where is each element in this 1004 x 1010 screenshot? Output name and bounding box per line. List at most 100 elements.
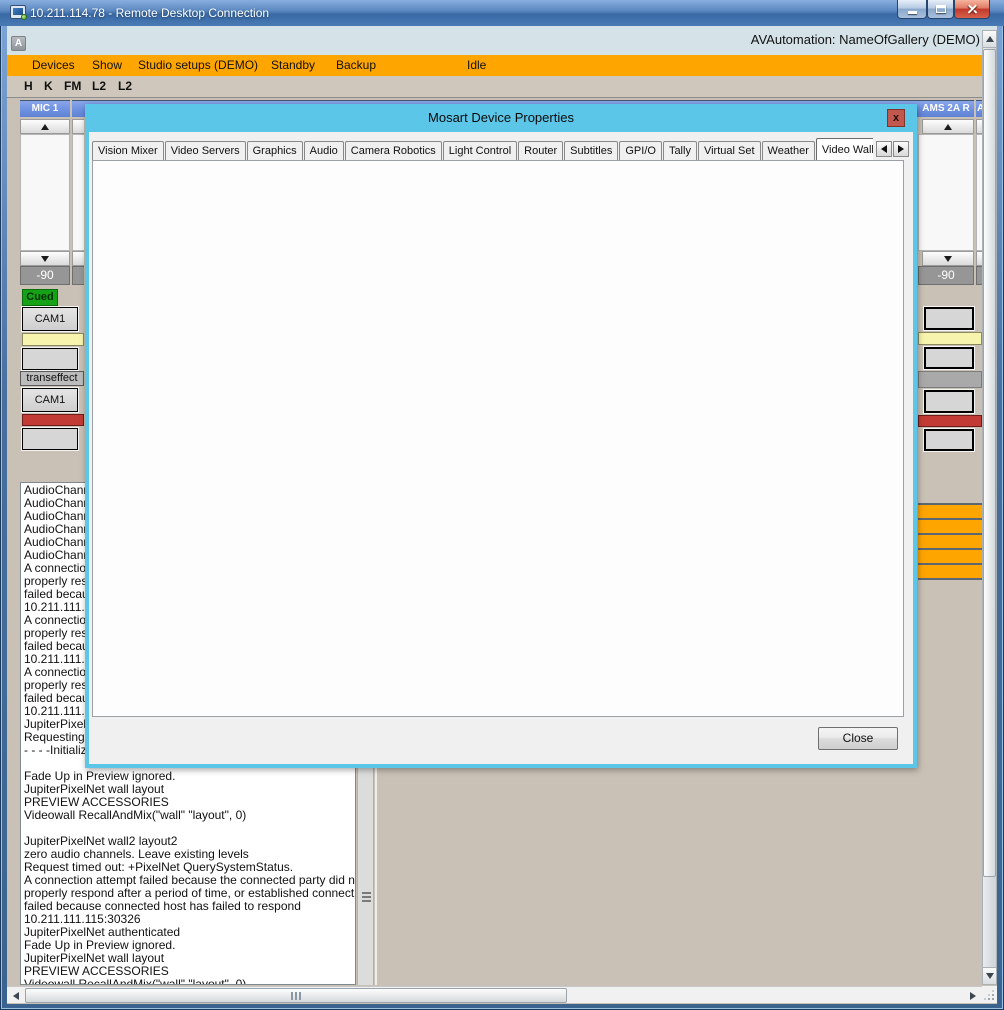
left-fader-down-button[interactable] — [20, 251, 70, 266]
dialog-close-button[interactable]: x — [887, 109, 905, 127]
tab-router[interactable]: Router — [518, 141, 563, 160]
splitter-grip-icon — [362, 892, 371, 904]
rdp-titlebar[interactable]: 10.211.114.78 - Remote Desktop Connectio… — [0, 0, 1004, 26]
left-fader-level: -90 — [20, 266, 70, 285]
tab-vision-mixer[interactable]: Vision Mixer — [92, 141, 164, 160]
arrow-down-icon — [986, 973, 994, 979]
rdp-window-title: 10.211.114.78 - Remote Desktop Connectio… — [30, 6, 269, 20]
right-transition-strip — [918, 371, 982, 388]
left-fader-track[interactable] — [20, 134, 70, 251]
tab-light-control[interactable]: Light Control — [443, 141, 517, 160]
arrow-right-icon — [970, 992, 976, 1000]
header-divider — [70, 100, 72, 117]
arrow-up-icon — [41, 124, 49, 130]
tab-camera-robotics[interactable]: Camera Robotics — [345, 141, 442, 160]
scroll-left-button[interactable] — [8, 988, 24, 1003]
resize-grip-icon[interactable] — [982, 986, 997, 1003]
toolstrip: HK FM L2 L2 — [7, 76, 997, 97]
cued-badge: Cued — [22, 289, 58, 306]
right-fader-level: -90 — [918, 266, 974, 285]
right-fader-up-button[interactable] — [922, 119, 974, 134]
menu-item-devices[interactable]: Devices — [32, 58, 75, 72]
tab-weather[interactable]: Weather — [762, 141, 815, 160]
horizontal-scrollbar-thumb[interactable] — [25, 988, 567, 1003]
orange-row — [918, 565, 982, 580]
red-strip — [22, 414, 84, 426]
tab-audio[interactable]: Audio — [304, 141, 344, 160]
app-a-icon[interactable]: A — [11, 36, 26, 51]
horizontal-scrollbar[interactable] — [7, 986, 982, 1003]
app-caption: AVAutomation: NameOfGallery (DEMO) — [560, 32, 980, 47]
scroll-right-button[interactable] — [965, 988, 981, 1003]
tab-video-servers[interactable]: Video Servers — [165, 141, 246, 160]
right-gray-box[interactable] — [924, 429, 974, 451]
dialog-tabbar: Vision MixerVideo ServersGraphicsAudioCa… — [92, 138, 873, 160]
yellow-strip — [22, 333, 84, 346]
scroll-down-button[interactable] — [983, 967, 996, 984]
arrow-down-icon — [41, 256, 49, 262]
toolbar-button-k-1[interactable]: K — [44, 79, 53, 93]
tab-scroll-right-button[interactable] — [893, 141, 909, 157]
rdp-icon — [10, 5, 26, 19]
sliver-up-button[interactable] — [72, 119, 84, 134]
header-divider — [974, 100, 976, 117]
sliver-down-button[interactable] — [72, 251, 84, 266]
tab-subtitles[interactable]: Subtitles — [564, 141, 618, 160]
tab-graphics[interactable]: Graphics — [247, 141, 303, 160]
minimize-button[interactable] — [897, 0, 927, 19]
arrow-down-icon — [944, 256, 952, 262]
right-yellow-strip — [918, 332, 982, 345]
rdp-window: 10.211.114.78 - Remote Desktop Connectio… — [0, 0, 1004, 1010]
orange-rows — [918, 503, 982, 580]
orange-row — [918, 505, 982, 520]
sliver-level — [72, 266, 84, 285]
right-fader-down-button[interactable] — [922, 251, 974, 266]
toolbar-button-fm-2[interactable]: FM — [64, 79, 81, 93]
tab-scroll-left-button[interactable] — [876, 141, 892, 157]
right-gray-box[interactable] — [924, 307, 974, 330]
left-fader-sliver — [72, 119, 84, 285]
toolbar-button-l2-3[interactable]: L2 — [92, 79, 106, 93]
transeffect-label: transeffect — [20, 371, 84, 386]
orange-row — [918, 520, 982, 535]
sliver-track — [72, 134, 84, 251]
scroll-up-button[interactable] — [983, 31, 996, 48]
tab-virtual-set[interactable]: Virtual Set — [698, 141, 761, 160]
maximize-button[interactable] — [927, 0, 954, 19]
vertical-scrollbar-thumb[interactable] — [983, 49, 996, 877]
arrow-right-icon — [898, 145, 904, 153]
arrow-up-icon — [944, 124, 952, 130]
gray-box[interactable] — [22, 348, 78, 370]
cam1-button[interactable]: CAM1 — [22, 307, 78, 331]
log-line: Videowall RecallAndMix("wall" "layout", … — [24, 809, 355, 822]
toolbar-button-h-0[interactable]: H — [24, 79, 33, 93]
right-gray-box[interactable] — [924, 347, 974, 369]
channel-header-ams: AMS 2A R — [918, 103, 974, 114]
menubar: Idle Devices Show Studio setups (DEMO) Stan… — [7, 55, 997, 76]
tab-tally[interactable]: Tally — [663, 141, 697, 160]
right-fader-track[interactable] — [918, 134, 974, 251]
right-gray-box[interactable] — [924, 390, 974, 413]
dialog-close-action-button[interactable]: Close — [818, 727, 898, 750]
menu-item-backup[interactable]: Backup — [336, 58, 376, 72]
status-idle: Idle — [467, 58, 486, 72]
video-wall-tab-panel — [92, 160, 904, 717]
log-line: Videowall RecallAndMix("wall" "layout", … — [24, 978, 355, 985]
arrow-up-icon — [986, 36, 994, 42]
tab-video-wall[interactable]: Video Wall — [816, 138, 873, 160]
close-icon — [967, 4, 978, 15]
maximize-icon — [936, 5, 946, 13]
orange-row — [918, 550, 982, 565]
arrow-left-icon — [13, 992, 19, 1000]
gray-box[interactable] — [22, 428, 78, 450]
vertical-scrollbar[interactable] — [982, 30, 997, 985]
menu-item-show[interactable]: Show — [92, 58, 122, 72]
toolbar-button-l2-4[interactable]: L2 — [118, 79, 132, 93]
dialog-title: Mosart Device Properties — [85, 110, 917, 125]
left-fader-up-button[interactable] — [20, 119, 70, 134]
menu-item-studio-setups-demo-[interactable]: Studio setups (DEMO) — [138, 58, 258, 72]
menu-item-standby[interactable]: Standby — [271, 58, 315, 72]
close-window-button[interactable] — [954, 0, 990, 19]
cam1-button-2[interactable]: CAM1 — [22, 388, 78, 412]
tab-gpi-o[interactable]: GPI/O — [619, 141, 662, 160]
